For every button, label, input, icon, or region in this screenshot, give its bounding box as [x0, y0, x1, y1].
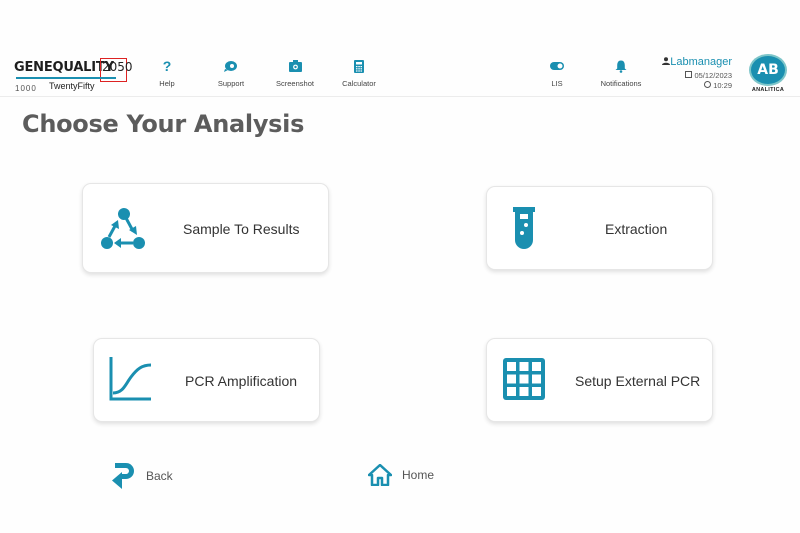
time-row: 10:29 — [662, 81, 732, 91]
genequality-logo: GENEQUALITY 2050 1000 TwentyFifty — [14, 58, 134, 94]
logo-underline — [16, 77, 116, 79]
clock-icon — [704, 81, 712, 88]
calendar-icon — [685, 71, 693, 78]
home-label: Home — [402, 468, 435, 482]
date-row: 05/12/2023 — [662, 71, 732, 81]
help-label: Help — [159, 79, 175, 88]
plate-grid-icon — [503, 358, 545, 400]
notifications-label: Notifications — [600, 79, 642, 88]
extraction-card[interactable]: Extraction — [486, 186, 713, 270]
logo-subtitle: TwentyFifty — [49, 81, 95, 91]
company-name: ANALITICA — [751, 87, 785, 93]
date-value: 05/12/2023 — [694, 71, 732, 80]
back-button[interactable]: Back — [112, 463, 173, 489]
home-icon — [368, 464, 392, 486]
toggle-icon — [550, 62, 564, 70]
lis-label: LIS — [551, 79, 563, 88]
sample-to-results-label: Sample To Results — [183, 221, 300, 237]
logo-number: 1000 — [15, 84, 37, 93]
back-arrow-icon — [112, 463, 134, 489]
top-header: GENEQUALITY 2050 1000 TwentyFifty ? Help… — [0, 52, 800, 97]
logo-brand: GENEQUALITY — [14, 60, 114, 75]
user-name-link[interactable]: Labmanager — [662, 56, 732, 68]
amplification-curve-icon — [109, 357, 152, 401]
camera-icon — [288, 60, 302, 72]
support-button[interactable]: Support — [196, 58, 266, 88]
analitica-logo: AB ANALITICA — [748, 56, 788, 96]
help-icon: ? — [162, 58, 172, 74]
workflow-cycle-icon — [101, 208, 145, 249]
setup-external-pcr-card[interactable]: Setup External PCR — [486, 338, 713, 422]
ab-initials: AB — [751, 56, 785, 84]
pcr-amplification-card[interactable]: PCR Amplification — [93, 338, 320, 422]
calculator-icon — [354, 59, 364, 73]
extraction-label: Extraction — [605, 221, 668, 237]
pcr-amplification-label: PCR Amplification — [185, 373, 298, 389]
screenshot-button[interactable]: Screenshot — [260, 58, 330, 88]
home-button[interactable]: Home — [368, 464, 434, 486]
setup-external-pcr-label: Setup External PCR — [575, 373, 701, 389]
help-button[interactable]: ? Help — [132, 58, 202, 88]
back-label: Back — [146, 469, 173, 483]
calculator-label: Calculator — [342, 79, 376, 88]
calculator-button[interactable]: Calculator — [324, 58, 394, 88]
support-label: Support — [217, 79, 245, 88]
test-tube-icon — [513, 207, 535, 249]
sample-to-results-card[interactable]: Sample To Results — [82, 183, 329, 273]
time-value: 10:29 — [713, 81, 732, 90]
screenshot-label: Screenshot — [276, 79, 314, 88]
page-title: Choose Your Analysis — [22, 110, 305, 138]
user-info: Labmanager 05/12/2023 10:29 — [662, 56, 732, 91]
bell-icon — [615, 60, 627, 73]
user-name: Labmanager — [670, 56, 732, 68]
support-icon — [224, 61, 237, 72]
lis-toggle-button[interactable]: LIS — [522, 58, 592, 88]
notifications-button[interactable]: Notifications — [586, 58, 656, 88]
